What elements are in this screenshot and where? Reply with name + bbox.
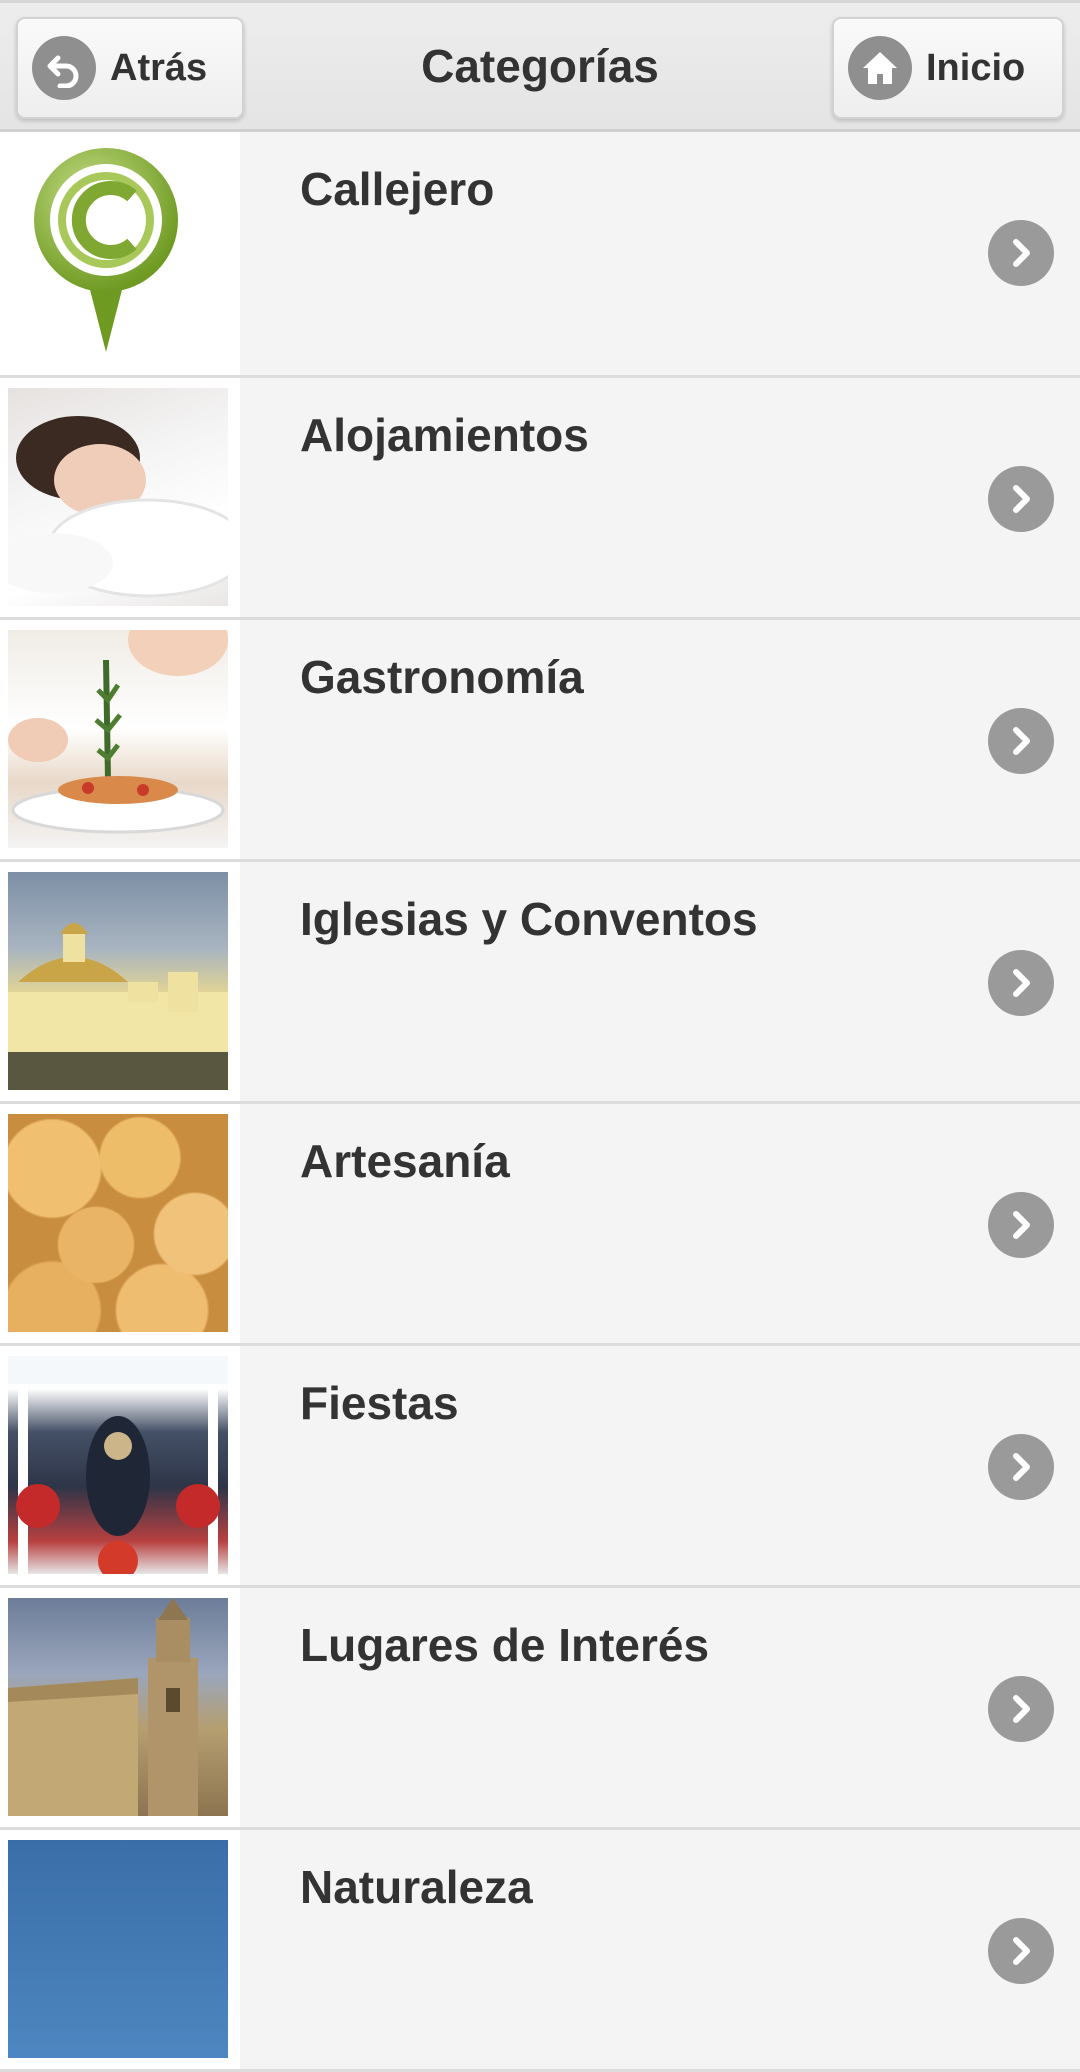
- chevron-right-icon: [988, 1434, 1054, 1500]
- category-label: Gastronomía: [300, 651, 584, 703]
- callejero-thumbnail: [0, 132, 240, 375]
- naturaleza-thumbnail: [0, 1830, 240, 2069]
- procession-photo-icon: [8, 1356, 228, 1581]
- chevron-right-icon: [988, 1192, 1054, 1258]
- list-item-fiestas[interactable]: Fiestas: [0, 1346, 1080, 1588]
- lugares-thumbnail: [0, 1588, 240, 1827]
- chevron-right-icon: [988, 220, 1054, 286]
- chevron-right-icon: [988, 466, 1054, 532]
- list-item-iglesias[interactable]: Iglesias y Conventos: [0, 862, 1080, 1104]
- header-bar: Atrás Categorías Inicio: [0, 0, 1080, 132]
- category-label: Alojamientos: [300, 409, 589, 461]
- list-item-gastronomia[interactable]: Gastronomía: [0, 620, 1080, 862]
- chevron-right-icon: [988, 1676, 1054, 1742]
- category-label: Fiestas: [300, 1377, 459, 1429]
- chef-dish-photo-icon: [8, 620, 228, 848]
- category-list: Callejero Alojamientos Gastronomía Igles…: [0, 132, 1080, 2072]
- list-item-lugares[interactable]: Lugares de Interés: [0, 1588, 1080, 1830]
- back-button-label: Atrás: [110, 46, 208, 89]
- chevron-right-icon: [988, 708, 1054, 774]
- iglesias-thumbnail: [0, 862, 240, 1101]
- sleeping-woman-photo-icon: [0, 388, 240, 606]
- list-item-naturaleza[interactable]: Naturaleza: [0, 1830, 1080, 2072]
- chevron-right-icon: [988, 950, 1054, 1016]
- category-label: Iglesias y Conventos: [300, 893, 758, 945]
- category-label: Naturaleza: [300, 1861, 533, 1913]
- alojamientos-thumbnail: [0, 378, 240, 617]
- bell-tower-photo-icon: [8, 1598, 228, 1816]
- home-button[interactable]: Inicio: [832, 17, 1064, 119]
- category-label: Callejero: [300, 163, 495, 215]
- category-label: Lugares de Interés: [300, 1619, 710, 1671]
- category-label: Artesanía: [300, 1135, 510, 1187]
- pastries-photo-icon: [8, 1114, 228, 1332]
- church-photo-icon: [8, 872, 228, 1090]
- list-item-artesania[interactable]: Artesanía: [0, 1104, 1080, 1346]
- fiestas-thumbnail: [0, 1346, 240, 1585]
- list-item-alojamientos[interactable]: Alojamientos: [0, 378, 1080, 620]
- map-pin-logo-icon: [8, 142, 228, 360]
- list-item-callejero[interactable]: Callejero: [0, 132, 1080, 378]
- gastronomia-thumbnail: [0, 620, 240, 859]
- home-button-label: Inicio: [926, 46, 1026, 89]
- chevron-right-icon: [988, 1918, 1054, 1984]
- back-button[interactable]: Atrás: [16, 17, 244, 119]
- back-arrow-icon: [32, 36, 96, 100]
- lake-photo-icon: [8, 1840, 228, 2058]
- artesania-thumbnail: [0, 1104, 240, 1343]
- home-icon: [848, 36, 912, 100]
